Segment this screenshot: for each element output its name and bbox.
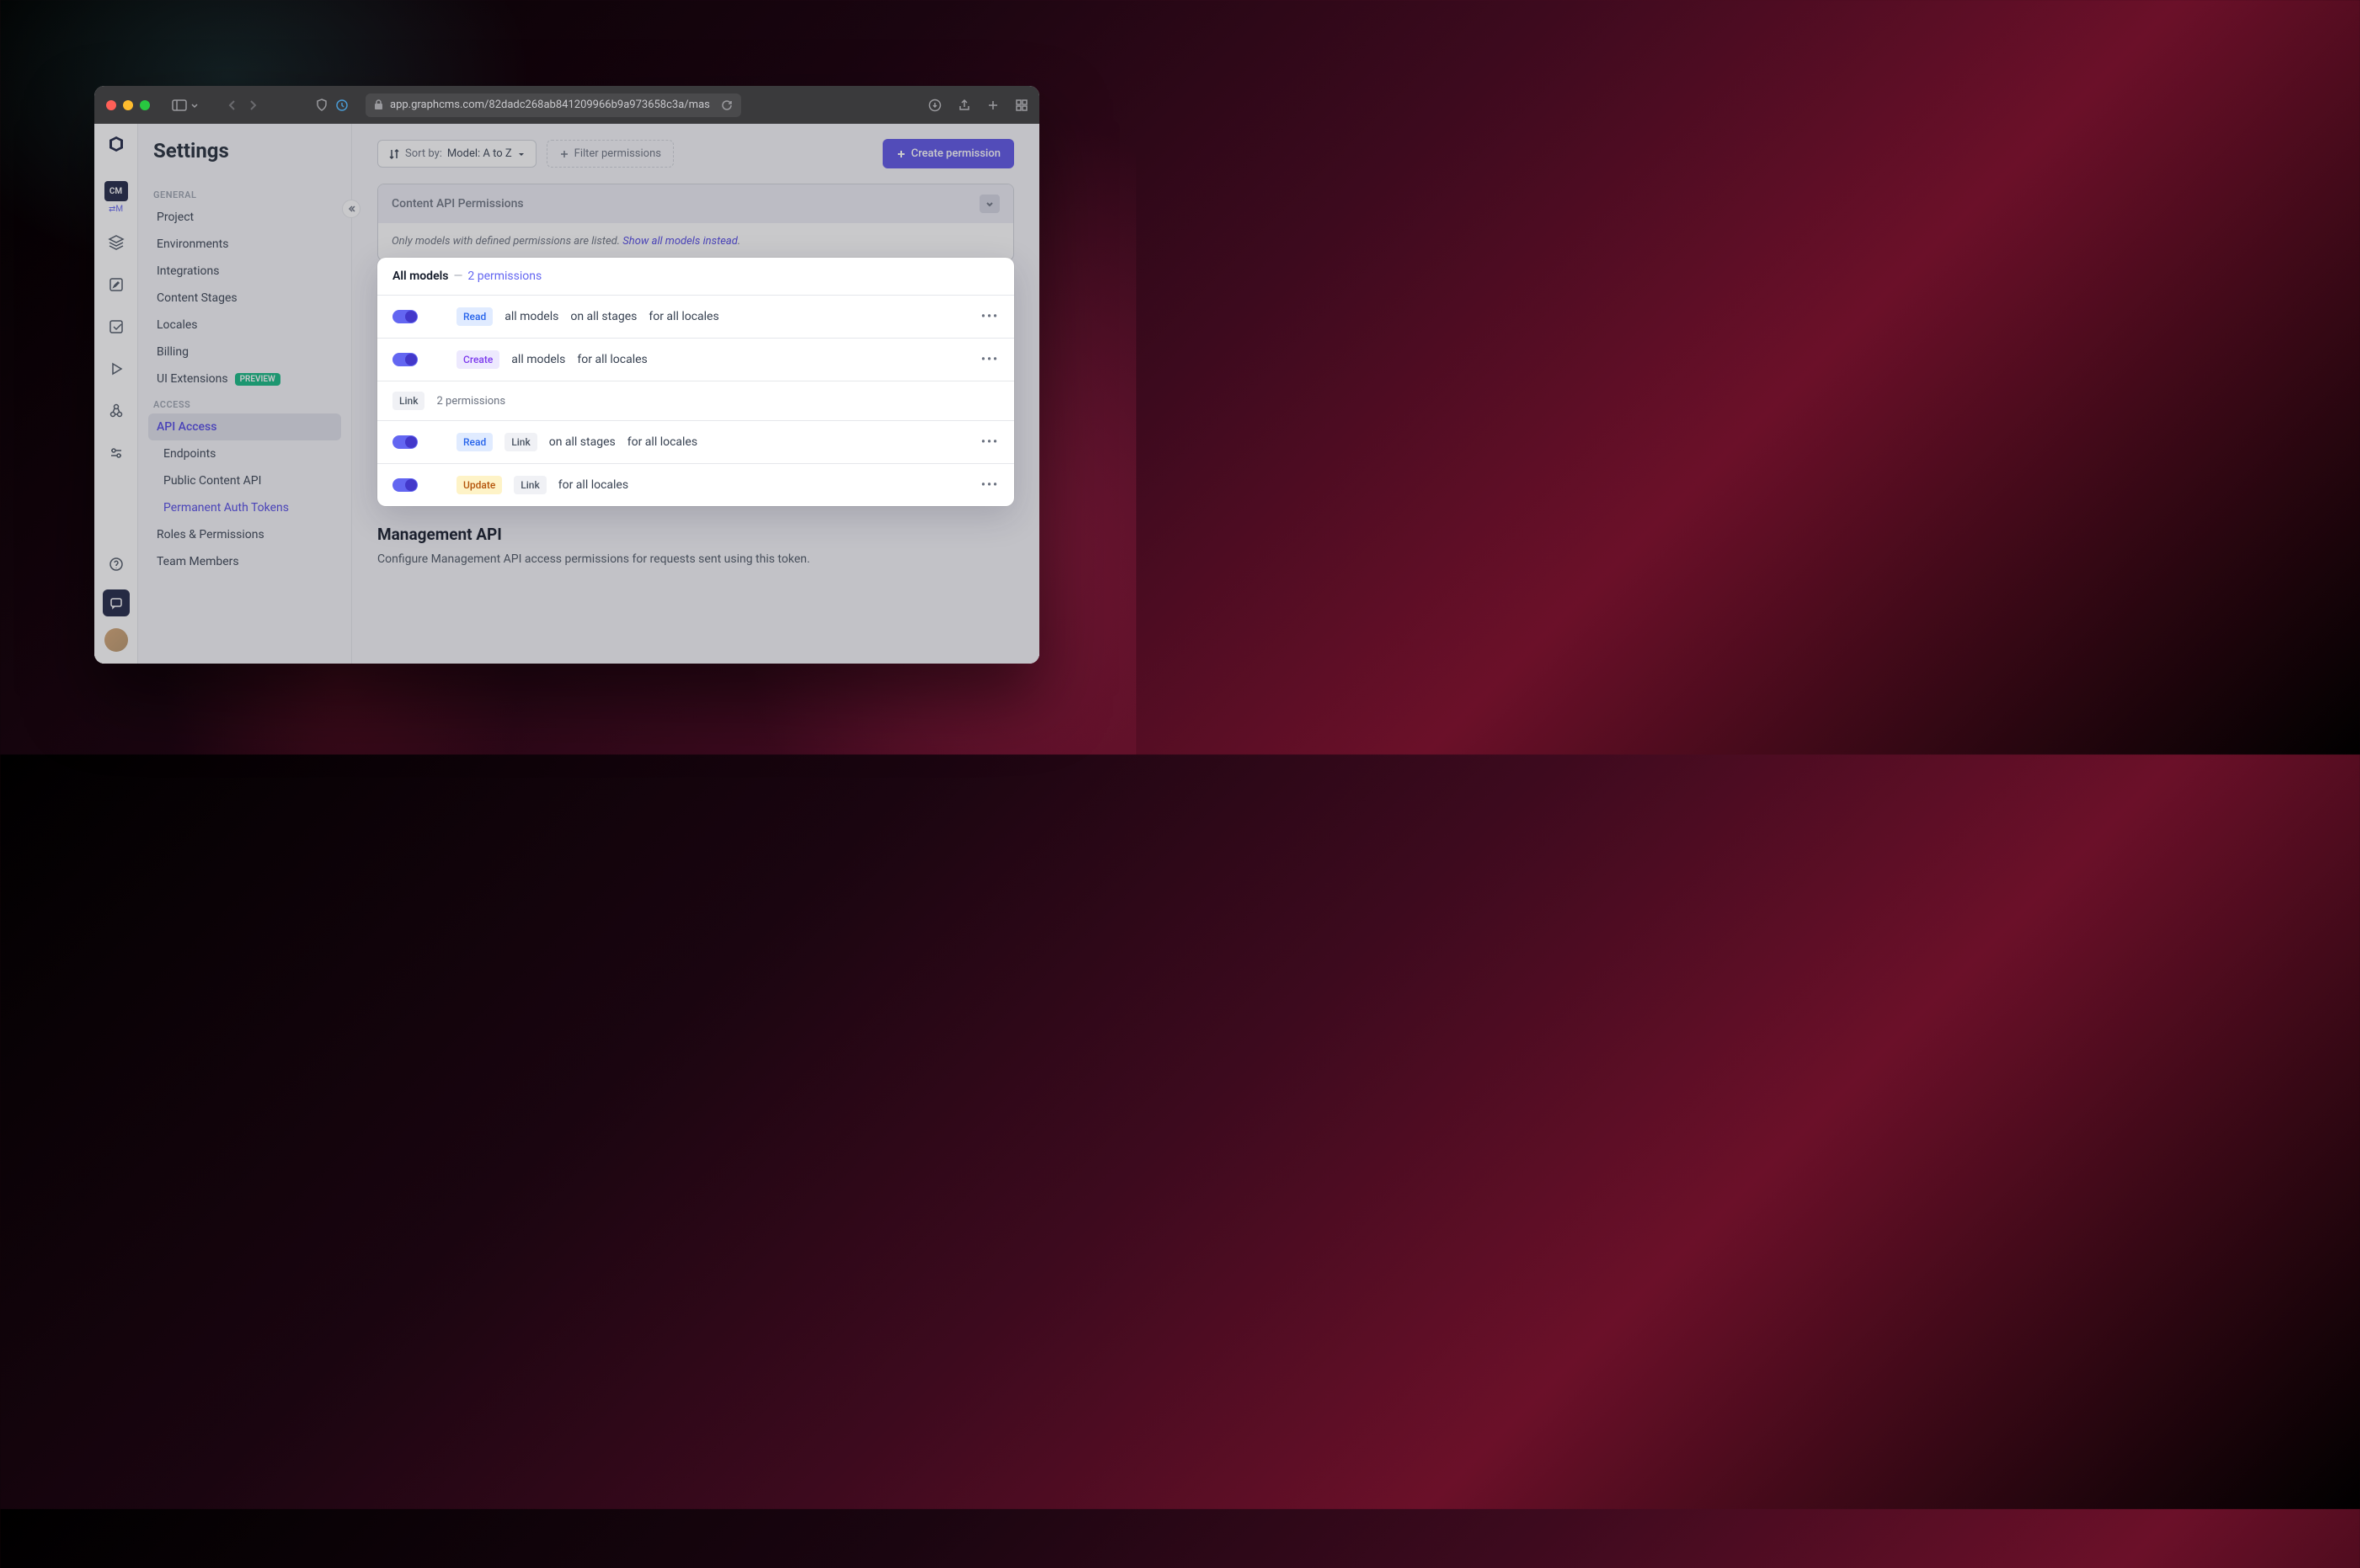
section-label-access: ACCESS: [148, 392, 341, 413]
refresh-icon[interactable]: [721, 99, 733, 111]
traffic-lights: [106, 100, 150, 110]
main-content: Sort by: Model: A to Z Filter permission…: [352, 124, 1039, 664]
permission-row: Read all models on all stages for all lo…: [377, 295, 1014, 338]
permission-toggle[interactable]: [392, 478, 418, 492]
maximize-window-button[interactable]: [140, 100, 150, 110]
menu-ui-extensions[interactable]: UI Extensions PREVIEW: [148, 365, 341, 392]
lock-icon: [374, 99, 383, 110]
menu-roles-permissions[interactable]: Roles & Permissions: [148, 521, 341, 548]
settings-sidebar: Settings GENERAL Project Environments In…: [138, 124, 352, 664]
menu-permanent-auth-tokens[interactable]: Permanent Auth Tokens: [148, 494, 341, 521]
chat-icon[interactable]: [103, 589, 130, 616]
menu-project[interactable]: Project: [148, 204, 341, 231]
env-indicator: ⇄M: [109, 205, 123, 214]
permission-row: Update Link for all locales •••: [377, 463, 1014, 506]
layers-icon[interactable]: [103, 229, 130, 256]
tabs-grid-icon[interactable]: [1016, 99, 1028, 111]
management-api-desc: Configure Management API access permissi…: [377, 552, 1014, 566]
menu-environments[interactable]: Environments: [148, 231, 341, 258]
row-menu-icon[interactable]: •••: [981, 353, 999, 366]
panel-note: Only models with defined permissions are…: [378, 223, 1013, 260]
link-tag: Link: [514, 476, 546, 494]
compose-icon[interactable]: [103, 313, 130, 340]
close-window-button[interactable]: [106, 100, 116, 110]
management-api-section: Management API Configure Management API …: [377, 525, 1014, 566]
menu-billing[interactable]: Billing: [148, 339, 341, 365]
link-tag: Link: [505, 433, 537, 451]
icon-rail: CM ⇄M: [94, 124, 138, 664]
card-header: All models — 2 permissions: [377, 258, 1014, 295]
show-all-models-link[interactable]: Show all models instead: [622, 235, 738, 248]
filter-button[interactable]: Filter permissions: [547, 140, 674, 168]
download-icon[interactable]: [928, 99, 942, 112]
nav-back-button[interactable]: [227, 99, 238, 112]
chevron-down-icon[interactable]: [190, 101, 199, 109]
panel-header[interactable]: Content API Permissions: [378, 184, 1013, 223]
sort-button[interactable]: Sort by: Model: A to Z: [377, 140, 537, 168]
share-icon[interactable]: [958, 99, 970, 112]
create-tag: Create: [457, 350, 499, 369]
project-badge[interactable]: CM: [104, 181, 128, 201]
group-header: Link 2 permissions: [377, 381, 1014, 420]
update-tag: Update: [457, 476, 502, 494]
section-label-general: GENERAL: [148, 183, 341, 204]
menu-content-stages[interactable]: Content Stages: [148, 285, 341, 312]
shield-icon[interactable]: [315, 99, 328, 112]
url-bar[interactable]: app.graphcms.com/82dadc268ab841209966b9a…: [366, 93, 741, 117]
menu-integrations[interactable]: Integrations: [148, 258, 341, 285]
app-logo[interactable]: [103, 134, 130, 161]
read-tag: Read: [457, 433, 493, 451]
link-tag: Link: [392, 392, 424, 410]
edit-icon[interactable]: [103, 271, 130, 298]
preview-badge: PREVIEW: [235, 373, 280, 386]
menu-endpoints[interactable]: Endpoints: [148, 440, 341, 467]
url-text: app.graphcms.com/82dadc268ab841209966b9a…: [390, 99, 710, 111]
privacy-icon[interactable]: [335, 99, 349, 112]
toolbar: Sort by: Model: A to Z Filter permission…: [377, 139, 1014, 168]
help-icon[interactable]: [103, 551, 130, 578]
create-permission-button[interactable]: Create permission: [883, 139, 1014, 168]
collapse-sidebar-button[interactable]: [342, 200, 360, 218]
row-menu-icon[interactable]: •••: [981, 435, 999, 449]
row-menu-icon[interactable]: •••: [981, 310, 999, 323]
permission-count-link[interactable]: 2 permissions: [467, 269, 542, 283]
menu-locales[interactable]: Locales: [148, 312, 341, 339]
row-menu-icon[interactable]: •••: [981, 478, 999, 492]
menu-api-access[interactable]: API Access: [148, 413, 341, 440]
menu-team-members[interactable]: Team Members: [148, 548, 341, 575]
webhooks-icon[interactable]: [103, 397, 130, 424]
permissions-card: All models — 2 permissions Read all mode…: [377, 258, 1014, 506]
play-icon[interactable]: [103, 355, 130, 382]
permission-row: Create all models for all locales •••: [377, 338, 1014, 381]
menu-public-content-api[interactable]: Public Content API: [148, 467, 341, 494]
user-avatar[interactable]: [104, 628, 128, 652]
collapse-panel-icon[interactable]: [980, 195, 1000, 213]
permission-toggle[interactable]: [392, 353, 418, 366]
page-title: Settings: [148, 139, 341, 163]
minimize-window-button[interactable]: [123, 100, 133, 110]
management-api-title: Management API: [377, 525, 1014, 544]
sidebar-toggle-icon[interactable]: [172, 99, 187, 111]
new-tab-icon[interactable]: [987, 99, 999, 111]
titlebar: app.graphcms.com/82dadc268ab841209966b9a…: [94, 86, 1039, 124]
permission-toggle[interactable]: [392, 435, 418, 449]
read-tag: Read: [457, 307, 493, 326]
content-api-panel: Content API Permissions Only models with…: [377, 184, 1014, 261]
permission-row: Read Link on all stages for all locales …: [377, 420, 1014, 463]
settings-icon[interactable]: [103, 440, 130, 467]
browser-window: app.graphcms.com/82dadc268ab841209966b9a…: [94, 86, 1039, 664]
permission-toggle[interactable]: [392, 310, 418, 323]
nav-forward-button[interactable]: [248, 99, 258, 112]
